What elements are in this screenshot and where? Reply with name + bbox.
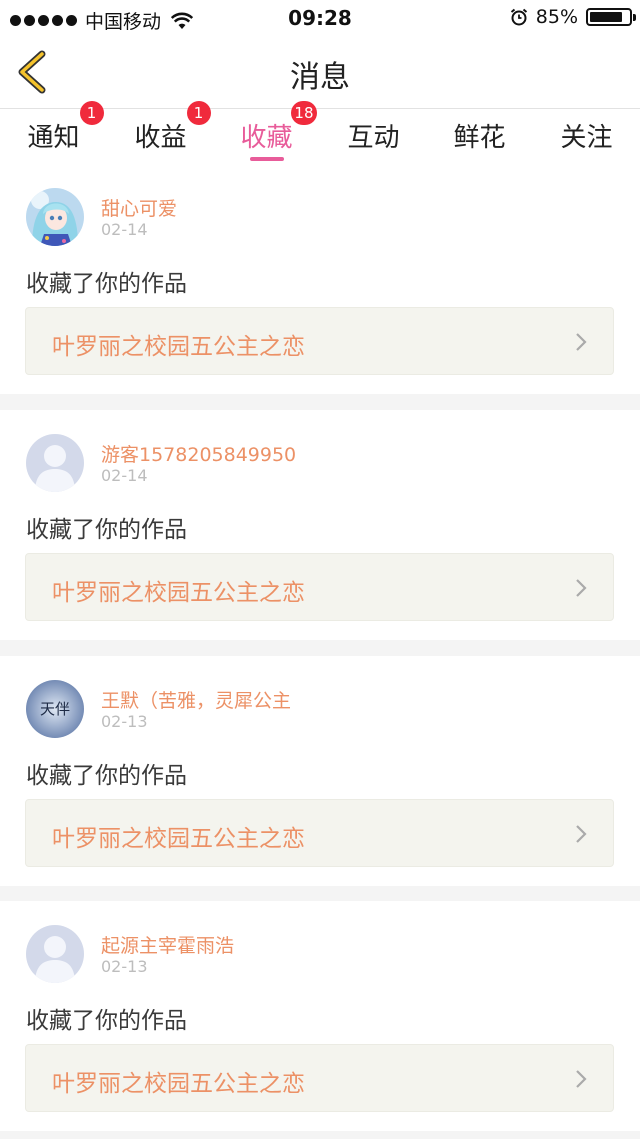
tab-flowers[interactable]: 鲜花 [426, 113, 533, 163]
navigation-bar: 消息 [0, 36, 640, 109]
tab-label: 收藏 [240, 123, 293, 153]
username[interactable]: 甜心可爱 [101, 194, 177, 221]
status-bar: 中国移动 09:28 85% [0, 0, 640, 36]
unread-badge: 1 [79, 101, 104, 125]
chevron-right-icon [576, 825, 587, 843]
work-link[interactable]: 叶罗丽之校园五公主之恋 [25, 799, 614, 867]
active-tab-indicator [249, 157, 284, 161]
work-title: 叶罗丽之校园五公主之恋 [52, 826, 305, 852]
work-link[interactable]: 叶罗丽之校园五公主之恋 [25, 1044, 614, 1112]
tab-earnings[interactable]: 收益 1 [107, 101, 214, 163]
message-text: 收藏了你的作品 [26, 1008, 187, 1034]
username[interactable]: 起源主宰霍雨浩 [101, 931, 234, 958]
work-title: 叶罗丽之校园五公主之恋 [52, 1071, 305, 1097]
tab-label: 互动 [347, 123, 400, 153]
work-link[interactable]: 叶罗丽之校园五公主之恋 [25, 553, 614, 621]
work-link[interactable]: 叶罗丽之校园五公主之恋 [25, 307, 614, 375]
unread-badge: 18 [291, 101, 317, 125]
tab-favorites[interactable]: 收藏 18 [213, 101, 320, 163]
list-item: 甜心可爱 02-14 收藏了你的作品 叶罗丽之校园五公主之恋 [0, 164, 640, 394]
default-user-avatar[interactable] [26, 925, 84, 983]
message-text: 收藏了你的作品 [26, 517, 187, 543]
page-title: 消息 [290, 60, 350, 95]
message-date: 02-14 [101, 466, 148, 485]
tab-label: 关注 [560, 123, 613, 153]
tab-label: 收益 [134, 123, 187, 153]
battery-icon [586, 8, 636, 26]
chevron-right-icon [576, 579, 587, 597]
battery-percent: 85% [535, 6, 578, 28]
username[interactable]: 王默（苦雅，灵犀公主 [101, 686, 291, 713]
status-right: 85% [510, 6, 636, 28]
alarm-icon [510, 8, 527, 26]
unread-badge: 1 [186, 101, 211, 125]
message-text: 收藏了你的作品 [26, 271, 187, 297]
message-tabs: 通知 1 收益 1 收藏 18 互动 鲜花 关注 [0, 101, 640, 165]
message-date: 02-14 [101, 220, 148, 239]
username[interactable]: 游客1578205849950 [101, 440, 296, 467]
tab-notice[interactable]: 通知 1 [0, 101, 107, 163]
list-item: 游客1578205849950 02-14 收藏了你的作品 叶罗丽之校园五公主之… [0, 410, 640, 640]
work-title: 叶罗丽之校园五公主之恋 [52, 580, 305, 606]
message-text: 收藏了你的作品 [26, 763, 187, 789]
chevron-right-icon [576, 1070, 587, 1088]
tab-interaction[interactable]: 互动 [320, 113, 427, 163]
message-date: 02-13 [101, 712, 148, 731]
avatar-lettering: 天伴 [40, 700, 70, 718]
list-item: 起源主宰霍雨浩 02-13 收藏了你的作品 叶罗丽之校园五公主之恋 [0, 901, 640, 1131]
message-date: 02-13 [101, 957, 148, 976]
tab-following[interactable]: 关注 [533, 113, 640, 163]
list-item: 天伴 王默（苦雅，灵犀公主 02-13 收藏了你的作品 叶罗丽之校园五公主之恋 [0, 656, 640, 886]
calligraphy-avatar[interactable]: 天伴 [26, 680, 84, 738]
tab-label: 鲜花 [453, 123, 506, 153]
default-user-avatar[interactable] [26, 434, 84, 492]
work-title: 叶罗丽之校园五公主之恋 [52, 334, 305, 360]
anime-girl-avatar[interactable] [26, 188, 84, 246]
tab-label: 通知 [27, 123, 80, 153]
chevron-right-icon [576, 333, 587, 351]
